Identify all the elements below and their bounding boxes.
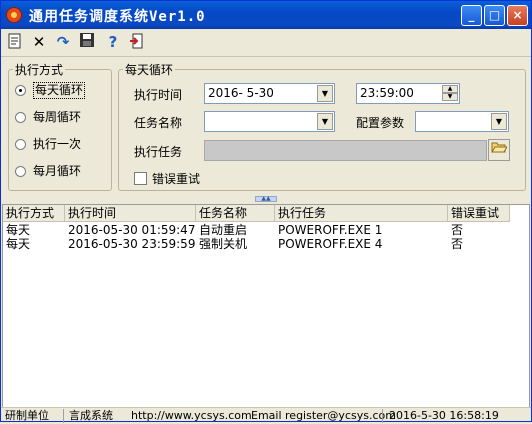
col-header[interactable]: 执行任务 (275, 205, 448, 222)
status-separator (63, 409, 64, 423)
status-separator (382, 409, 383, 423)
spin-down-icon[interactable]: ▼ (442, 93, 458, 101)
cell-mode: 每天 (6, 223, 31, 237)
exec-date-picker[interactable]: 2016- 5-30 ▼ (204, 83, 335, 104)
chevron-down-icon[interactable]: ▼ (317, 113, 333, 130)
splitter[interactable]: ▲▲ (2, 195, 530, 203)
daily-legend: 每天循环 (125, 63, 174, 77)
config-label: 配置参数 (356, 116, 405, 130)
maximize-button[interactable]: □ (484, 5, 505, 26)
col-header[interactable]: 错误重试 (448, 205, 510, 222)
time-spinner[interactable]: ▲ ▼ (442, 85, 458, 102)
status-org-label: 研制单位 (5, 409, 49, 422)
close-button[interactable]: × (507, 5, 528, 26)
task-name-label: 任务名称 (134, 116, 183, 130)
status-org-name: 言成系统 (69, 409, 113, 422)
collapse-icon[interactable]: ▲▲ (255, 196, 277, 202)
new-task-icon[interactable] (5, 32, 25, 52)
radio-label: 每周循环 (33, 110, 82, 124)
cell-name: 自动重启 (199, 223, 248, 237)
exec-task-field (204, 140, 487, 161)
cell-time: 2016-05-30 23:59:59 (68, 237, 196, 251)
cell-retry: 否 (451, 237, 464, 251)
status-datetime: 2016-5-30 16:58:19 (389, 409, 499, 422)
retry-label: 错误重试 (152, 172, 201, 186)
cell-task: POWEROFF.EXE 1 (278, 223, 383, 237)
col-header[interactable]: 执行时间 (65, 205, 196, 222)
config-select[interactable]: ▼ (415, 111, 509, 132)
spin-up-icon[interactable]: ▲ (442, 85, 458, 93)
app-icon (6, 7, 22, 23)
radio-label: 每月循环 (33, 164, 82, 178)
save-icon[interactable] (77, 32, 97, 52)
col-header[interactable]: 任务名称 (196, 205, 275, 222)
folder-open-icon[interactable] (488, 139, 510, 161)
retry-checkbox[interactable] (134, 172, 147, 185)
cell-retry: 否 (451, 223, 464, 237)
exit-icon[interactable] (127, 32, 147, 52)
main-window: 通用任务调度系统Ver1.0 _ □ × ✕ ↷ ? 执行方式 每天循环 每周循… (0, 0, 532, 424)
radio-dot[interactable] (15, 112, 26, 123)
radio-dot[interactable] (15, 139, 26, 150)
task-name-select[interactable]: ▼ (204, 111, 335, 132)
help-icon[interactable]: ? (103, 32, 123, 52)
cell-task: POWEROFF.EXE 4 (278, 237, 383, 251)
status-url: http://www.ycsys.com (131, 409, 252, 422)
radio-dot[interactable] (15, 85, 26, 96)
exec-task-label: 执行任务 (134, 145, 183, 159)
radio-dot[interactable] (15, 166, 26, 177)
toolbar: ✕ ↷ ? (1, 29, 531, 57)
status-bar: 研制单位 言成系统 http://www.ycsys.com Email reg… (1, 407, 531, 424)
exec-time-label: 执行时间 (134, 88, 183, 102)
window-title: 通用任务调度系统Ver1.0 (29, 9, 206, 25)
cell-name: 强制关机 (199, 237, 248, 251)
status-email: Email register@ycsys.com (251, 409, 396, 422)
refresh-icon[interactable]: ↷ (53, 32, 73, 52)
title-bar[interactable]: 通用任务调度系统Ver1.0 _ □ × (1, 1, 531, 29)
exec-time-value: 23:59:00 (360, 86, 414, 100)
exec-mode-legend: 执行方式 (15, 63, 64, 77)
minimize-button[interactable]: _ (461, 5, 482, 26)
chevron-down-icon[interactable]: ▼ (491, 113, 507, 130)
exec-date-value: 2016- 5-30 (208, 86, 274, 100)
delete-icon[interactable]: ✕ (29, 32, 49, 52)
exec-time-field[interactable]: 23:59:00 ▲ ▼ (356, 83, 460, 104)
cell-time: 2016-05-30 01:59:47 (68, 223, 196, 237)
task-list[interactable]: 执行方式 执行时间 任务名称 执行任务 错误重试 每天 2016-05-30 0… (2, 204, 530, 408)
radio-label: 每天循环 (33, 82, 86, 99)
col-header[interactable]: 执行方式 (3, 205, 65, 222)
radio-label: 执行一次 (33, 137, 82, 151)
chevron-down-icon[interactable]: ▼ (317, 85, 333, 102)
cell-mode: 每天 (6, 237, 31, 251)
